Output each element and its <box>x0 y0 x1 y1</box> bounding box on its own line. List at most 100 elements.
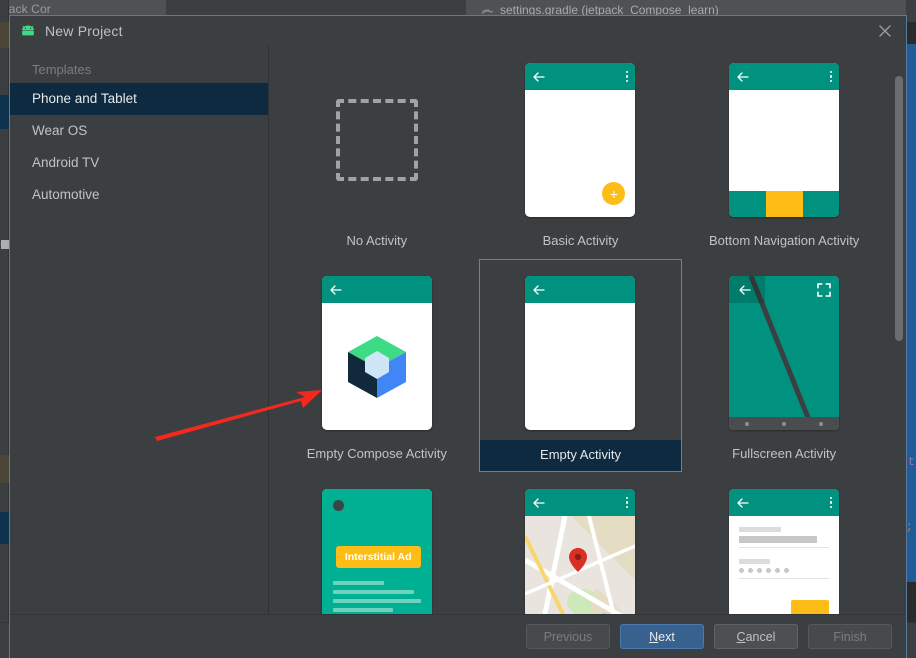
next-button-mnemonic: N <box>649 629 659 644</box>
app-bar <box>525 489 636 516</box>
template-category-sidebar: Templates Phone and Tablet Wear OS Andro… <box>10 46 269 614</box>
sidebar-item-automotive[interactable]: Automotive <box>10 179 268 211</box>
template-thumbnail <box>683 260 885 440</box>
sidebar-item-android-tv[interactable]: Android TV <box>10 147 268 179</box>
close-icon[interactable] <box>876 22 894 40</box>
ad-text-placeholder-lines <box>332 581 421 614</box>
template-label: Bottom Navigation Activity <box>709 233 860 248</box>
overflow-menu-icon <box>829 70 833 83</box>
ad-canvas: Interstitial Ad <box>321 489 432 614</box>
template-thumbnail <box>276 47 478 227</box>
next-button[interactable]: Next <box>620 624 704 649</box>
template-grid-panel: No Activity + Basic Activity Bottom Navi… <box>269 46 906 614</box>
android-robot-icon <box>22 25 34 36</box>
template-card-empty-compose-activity[interactable]: Empty Compose Activity <box>275 259 479 472</box>
sidebar-item-label: Wear OS <box>32 123 88 138</box>
field-underline <box>739 547 830 548</box>
project-tree-selected-row-2 <box>0 512 9 544</box>
scrollbar-thumb[interactable] <box>895 76 903 341</box>
project-tree-row-highlight <box>0 22 9 48</box>
template-grid: No Activity + Basic Activity Bottom Navi… <box>269 46 892 614</box>
map-canvas <box>525 516 636 614</box>
template-card-login-activity[interactable]: Login Activity <box>682 472 886 614</box>
phone-mockup <box>321 276 432 430</box>
bottom-nav-tab <box>729 191 766 217</box>
finish-button[interactable]: Finish <box>808 624 892 649</box>
phone-mockup: + <box>525 63 636 217</box>
next-button-label: ext <box>658 629 675 644</box>
dialog-title: New Project <box>45 23 123 39</box>
back-arrow-icon <box>533 284 546 295</box>
template-label: No Activity <box>346 233 408 248</box>
sidebar-item-wear-os[interactable]: Wear OS <box>10 115 268 147</box>
sidebar-item-label: Automotive <box>32 187 100 202</box>
template-card-bottom-navigation-activity[interactable]: Bottom Navigation Activity <box>682 46 886 259</box>
app-bar <box>321 276 432 303</box>
jetpack-compose-logo-icon <box>347 335 406 398</box>
template-thumbnail: + <box>480 47 682 227</box>
overflow-menu-icon <box>829 496 833 509</box>
code-fragment-1: t <box>907 455 915 469</box>
fullscreen-expand-icon <box>817 283 831 297</box>
phone-mockup <box>525 276 636 430</box>
sidebar-section-label: Templates <box>32 62 92 77</box>
sidebar-item-phone-and-tablet[interactable]: Phone and Tablet <box>10 83 268 115</box>
overflow-menu-icon <box>625 70 629 83</box>
phone-mockup <box>729 276 840 430</box>
map-marker-pin-icon <box>569 548 588 572</box>
template-thumbnail <box>480 473 682 614</box>
template-label: Empty Activity <box>479 440 682 471</box>
bottom-nav-tab <box>802 191 840 217</box>
template-card-fullscreen-activity[interactable]: Fullscreen Activity <box>682 259 886 472</box>
overflow-menu-icon <box>625 496 629 509</box>
sign-in-button-placeholder <box>791 600 830 614</box>
template-label: Basic Activity <box>542 233 619 248</box>
template-thumbnail: Interstitial Ad <box>276 473 478 614</box>
back-arrow-icon <box>739 285 751 295</box>
template-thumbnail <box>276 260 478 440</box>
sidebar-item-label: Android TV <box>32 155 100 170</box>
finish-button-label: Finish <box>833 629 867 644</box>
password-label-placeholder <box>739 559 770 564</box>
app-bar <box>729 489 840 516</box>
phone-mockup <box>729 489 840 614</box>
template-thumbnail <box>683 473 885 614</box>
template-card-no-activity[interactable]: No Activity <box>275 46 479 259</box>
back-arrow-icon <box>737 71 749 82</box>
template-card-basic-activity[interactable]: + Basic Activity <box>479 46 683 259</box>
app-bar <box>525 63 636 90</box>
field-underline <box>739 578 830 579</box>
cancel-button[interactable]: Cancel <box>714 624 798 649</box>
template-grid-scrollbar[interactable] <box>892 46 906 614</box>
back-arrow-icon <box>533 497 546 508</box>
phone-mockup: Interstitial Ad <box>321 489 432 614</box>
cancel-button-label: ancel <box>745 629 776 644</box>
app-bar <box>729 63 840 90</box>
interstitial-ad-badge: Interstitial Ad <box>335 546 421 568</box>
cancel-button-mnemonic: C <box>736 629 746 644</box>
project-tree-row-highlight-2 <box>0 455 9 483</box>
back-arrow-icon <box>737 497 749 508</box>
back-arrow-icon <box>330 284 342 295</box>
login-form-mock <box>729 516 840 614</box>
floating-action-button-icon: + <box>602 182 626 205</box>
project-tree-selected-row <box>0 95 9 129</box>
fab-plus-label: + <box>609 185 619 202</box>
template-card-empty-activity[interactable]: Empty Activity <box>478 259 683 472</box>
no-activity-placeholder-icon <box>335 99 418 181</box>
template-label: Fullscreen Activity <box>732 446 837 461</box>
template-card-google-maps-activity[interactable]: Google Maps Activity <box>479 472 683 614</box>
template-label: Empty Compose Activity <box>306 446 447 461</box>
password-dots-icon <box>739 568 829 573</box>
template-thumbnail <box>480 260 682 440</box>
dialog-body: Templates Phone and Tablet Wear OS Andro… <box>10 46 906 614</box>
previous-button-label: Previous <box>543 629 593 644</box>
previous-button[interactable]: Previous <box>526 624 610 649</box>
template-card-admob-ads-activity[interactable]: Interstitial Ad Google AdMob Ads Activit… <box>275 472 479 614</box>
phone-mockup <box>525 489 636 614</box>
project-tree-label-fragment: e <box>0 237 8 251</box>
dialog-title-bar: New Project <box>10 16 906 46</box>
bottom-navigation-bar <box>729 191 840 217</box>
bottom-nav-tab-active <box>765 191 803 217</box>
back-arrow-icon <box>533 71 546 82</box>
